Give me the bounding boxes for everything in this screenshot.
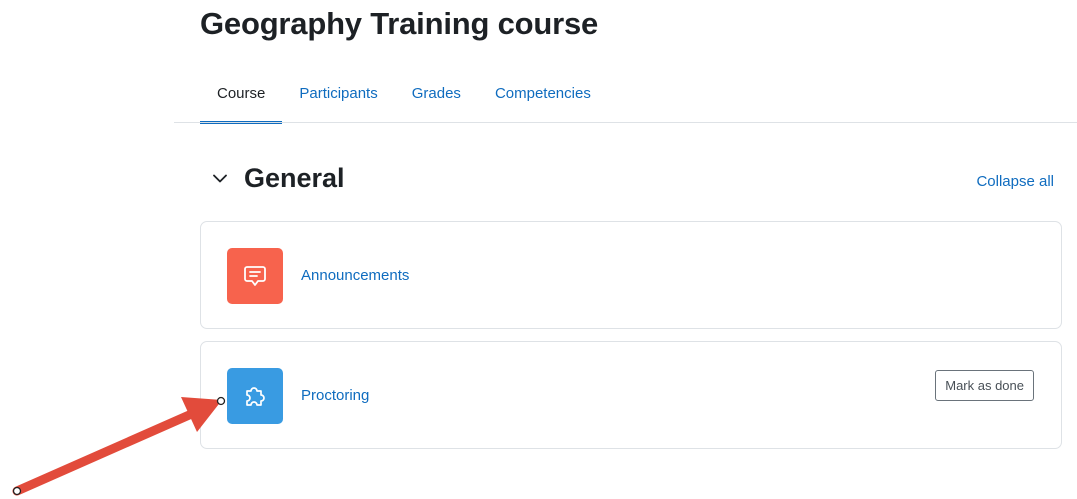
activity-link-announcements[interactable]: Announcements <box>301 267 409 284</box>
page-title: Geography Training course <box>200 6 599 41</box>
tab-competencies[interactable]: Competencies <box>478 64 608 122</box>
activity-card-announcements: Announcements <box>200 221 1062 329</box>
tab-participants[interactable]: Participants <box>282 64 394 122</box>
puzzle-piece-icon[interactable] <box>227 368 283 424</box>
tab-grades[interactable]: Grades <box>395 64 478 122</box>
mark-as-done-button[interactable]: Mark as done <box>935 370 1034 401</box>
tab-course[interactable]: Course <box>200 64 283 124</box>
section-title: General <box>244 163 345 193</box>
tabs-divider <box>174 122 1077 123</box>
activity-card-proctoring: Proctoring Mark as done <box>200 341 1062 449</box>
chevron-down-icon[interactable] <box>210 169 230 189</box>
activity-link-proctoring[interactable]: Proctoring <box>301 387 369 404</box>
forum-icon[interactable] <box>227 248 283 304</box>
course-tabs: Course Participants Grades Competencies <box>200 64 608 124</box>
collapse-all-link[interactable]: Collapse all <box>976 173 1054 190</box>
section-header: General <box>210 163 345 194</box>
